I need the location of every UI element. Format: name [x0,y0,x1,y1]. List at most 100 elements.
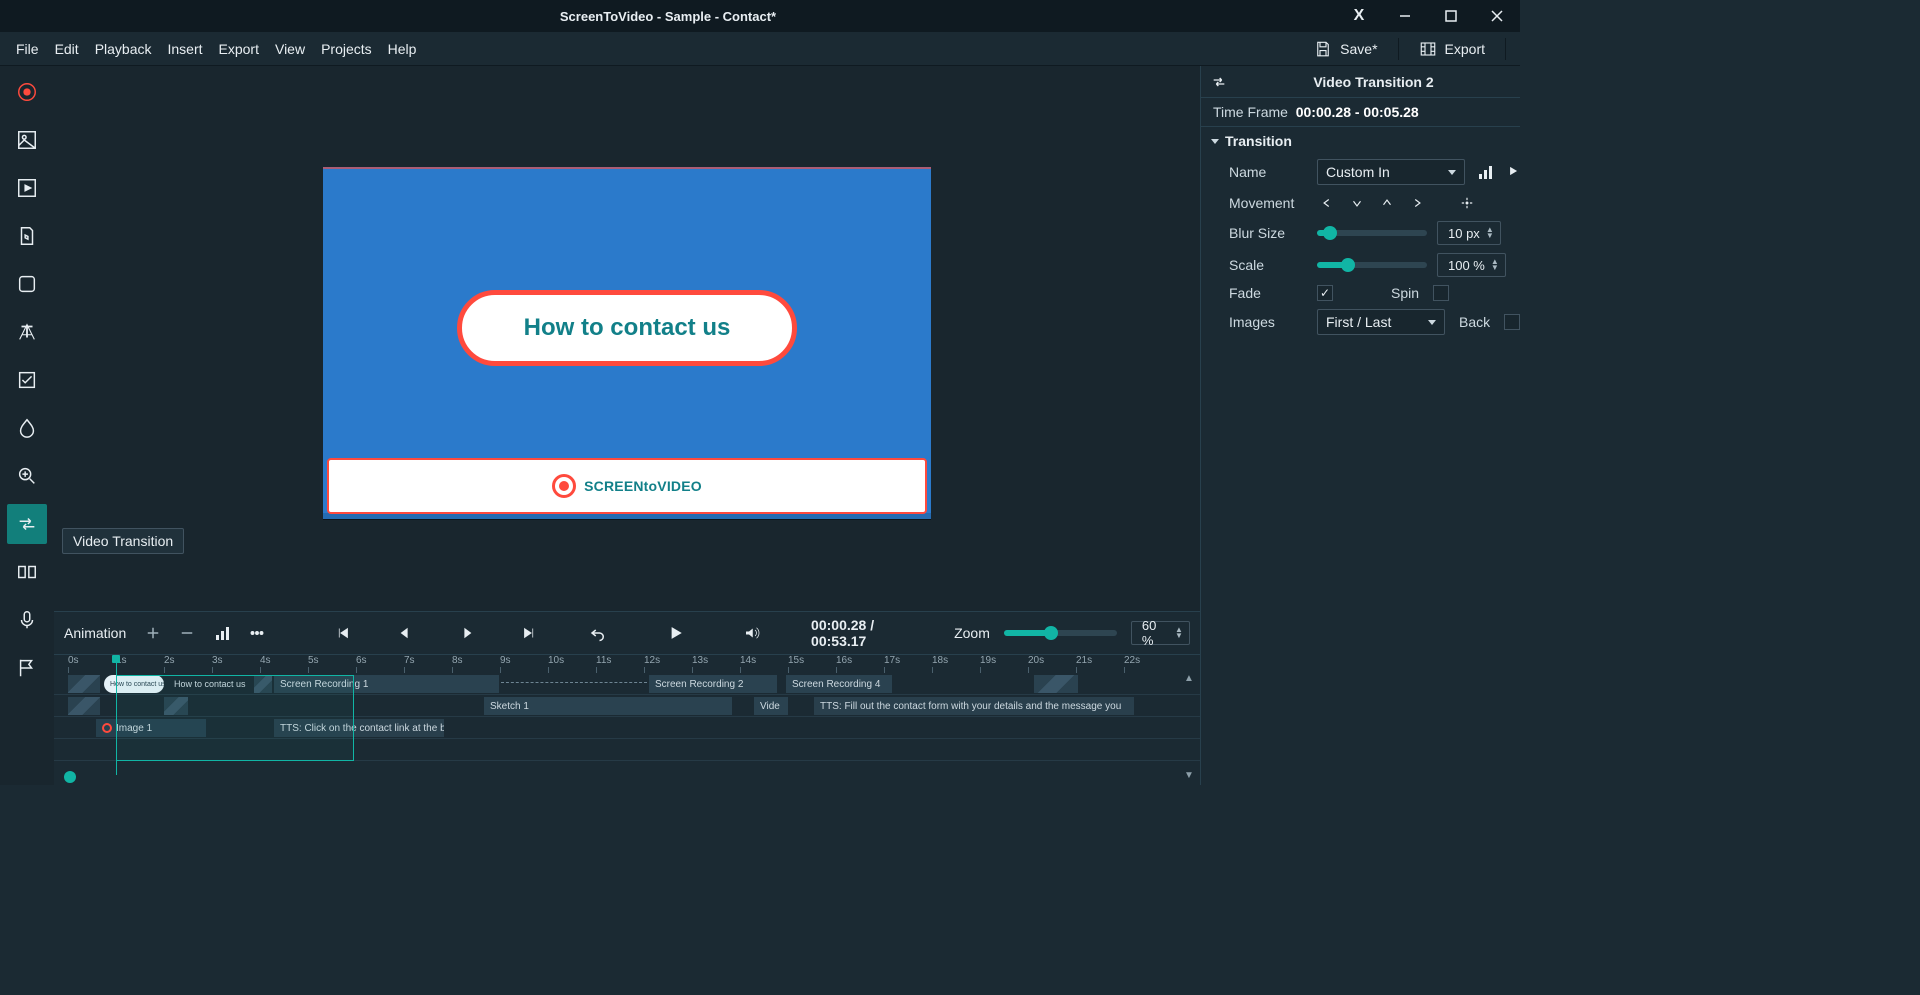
zoom-value[interactable]: 60 % ▲▼ [1131,621,1190,645]
zoom-tool[interactable] [7,456,47,496]
menu-export[interactable]: Export [211,37,267,61]
easing-icon[interactable] [212,622,233,644]
move-right-button[interactable] [1407,193,1427,213]
transition-section-header[interactable]: Transition [1201,127,1520,155]
back-checkbox[interactable] [1504,314,1520,330]
window-maximize-button[interactable] [1428,0,1474,32]
fade-checkbox[interactable]: ✓ [1317,285,1333,301]
name-select[interactable]: Custom In [1317,159,1465,185]
fade-label: Fade [1229,285,1307,301]
clip-sr2[interactable]: Screen Recording 2 [649,675,777,693]
more-button[interactable] [246,622,267,644]
text-tool[interactable] [7,312,47,352]
video-tool[interactable] [7,168,47,208]
menu-projects[interactable]: Projects [313,37,380,61]
record-dot-icon [552,474,576,498]
timecode: 00:00.28 / 00:53.17 [811,617,926,649]
images-label: Images [1229,314,1307,330]
save-icon [1314,40,1332,58]
movement-label: Movement [1229,195,1307,211]
shape-tool[interactable] [7,264,47,304]
timeframe-row: Time Frame 00:00.28 - 00:05.28 [1201,98,1520,127]
export-button[interactable]: Export [1405,36,1499,62]
clip-sr3[interactable]: Screen Recording 4 [786,675,892,693]
add-keyframe-button[interactable] [142,622,163,644]
split-tool[interactable] [7,552,47,592]
flag-tool[interactable] [7,648,47,688]
time-ruler[interactable]: 0s1s2s3s4s5s6s7s8s9s10s11s12s13s14s15s16… [54,655,1200,673]
name-label: Name [1229,164,1307,180]
clip-gap-dashes [501,682,647,683]
center-area: How to contact us SCREENtoVIDEO Animatio… [54,66,1200,785]
microphone-tool[interactable] [7,600,47,640]
clip-tts2[interactable]: TTS: Fill out the contact form with your… [814,697,1134,715]
move-down-button[interactable] [1347,193,1367,213]
menu-file[interactable]: File [8,37,47,61]
checkbox-tool[interactable] [7,360,47,400]
undo-button[interactable] [588,622,609,644]
headline-text: How to contact us [524,314,731,342]
clip-sketch1[interactable]: Sketch 1 [484,697,732,715]
move-up-button[interactable] [1377,193,1397,213]
timeline-scrollbar[interactable]: ▲▼ [1182,673,1196,781]
images-select[interactable]: First / Last [1317,309,1445,335]
move-center-button[interactable] [1457,193,1477,213]
scale-slider[interactable] [1317,262,1427,268]
spin-checkbox[interactable] [1433,285,1449,301]
clip-thumb-1[interactable] [68,675,100,693]
zoom-label: Zoom [954,625,990,641]
app-close-x-icon[interactable]: X [1336,0,1382,32]
remove-keyframe-button[interactable] [177,622,198,644]
headline-pill: How to contact us [457,290,797,366]
window-title: ScreenToVideo - Sample - Contact* [0,9,1336,24]
preview-stage: How to contact us SCREENtoVIDEO [54,66,1200,611]
goto-end-button[interactable] [518,622,539,644]
zoom-slider[interactable] [1004,630,1117,636]
timeline-selection[interactable] [116,675,354,761]
timeline[interactable]: 0s1s2s3s4s5s6s7s8s9s10s11s12s13s14s15s16… [54,655,1200,785]
tool-rail: Video Transition [0,66,54,785]
clip-video-short[interactable]: Vide [754,697,788,715]
move-left-button[interactable] [1317,193,1337,213]
animation-label: Animation [64,625,126,641]
play-preview-icon[interactable] [1506,164,1520,181]
save-button[interactable]: Save* [1300,36,1391,62]
clip-thumb-end[interactable] [1034,675,1078,693]
titlebar: ScreenToVideo - Sample - Contact* X [0,0,1520,32]
selection-top-line [323,167,931,169]
blur-slider[interactable] [1317,230,1427,236]
audio-doc-tool[interactable] [7,216,47,256]
levels-icon[interactable] [1479,165,1492,179]
record-button[interactable] [7,72,47,112]
preview-canvas[interactable]: How to contact us SCREENtoVIDEO [323,167,931,519]
logo-text: SCREENtoVIDEO [584,478,702,494]
image-tool[interactable] [7,120,47,160]
menu-view[interactable]: View [267,37,313,61]
menu-help[interactable]: Help [380,37,425,61]
volume-button[interactable] [742,622,763,644]
menu-playback[interactable]: Playback [87,37,160,61]
play-button[interactable] [665,622,686,644]
transition-tool[interactable] [7,504,47,544]
blur-tool[interactable] [7,408,47,448]
menu-edit[interactable]: Edit [47,37,87,61]
timeline-start-handle[interactable] [64,771,76,783]
menu-insert[interactable]: Insert [160,37,211,61]
playback-controls: Animation 00:00.28 / [54,611,1200,655]
prev-frame-button[interactable] [395,622,416,644]
tooltip: Video Transition [62,528,184,554]
back-label: Back [1459,314,1490,330]
swap-icon[interactable] [1211,74,1227,90]
blur-label: Blur Size [1229,225,1307,241]
goto-start-button[interactable] [333,622,354,644]
chevron-down-icon [1211,139,1219,144]
blur-value[interactable]: 10 px▲▼ [1437,221,1501,245]
clip-thumb-3[interactable] [68,697,100,715]
window-close-button[interactable] [1474,0,1520,32]
next-frame-button[interactable] [456,622,477,644]
scale-value[interactable]: 100 %▲▼ [1437,253,1506,277]
window-minimize-button[interactable] [1382,0,1428,32]
logo-bar: SCREENtoVIDEO [327,458,927,514]
film-icon [1419,40,1437,58]
spin-label: Spin [1391,285,1419,301]
